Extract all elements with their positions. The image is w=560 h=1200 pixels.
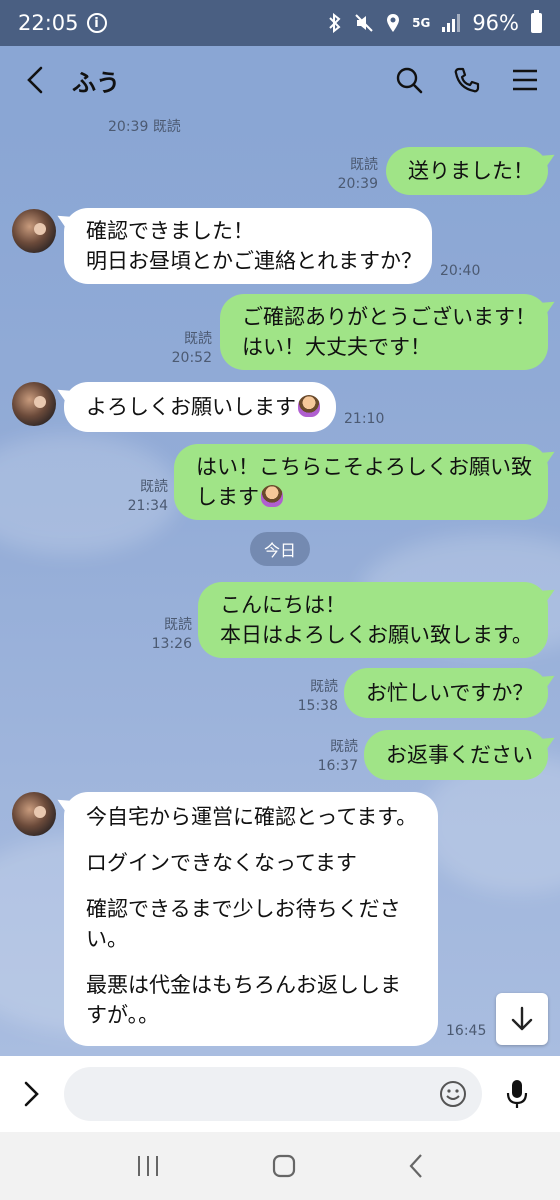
message-bubble-outgoing[interactable]: こんにちは！ 本日はよろしくお願い致します。 — [198, 582, 548, 658]
chat-area[interactable]: 20:39 既読 既読 20:39 送りました！ 確認できました！ 明日お昼頃と… — [0, 114, 560, 1056]
message-text: よろしくお願いします — [86, 395, 296, 419]
system-nav-bar — [0, 1132, 560, 1200]
menu-icon[interactable] — [510, 65, 540, 95]
arrow-down-icon — [511, 1006, 533, 1031]
message-input[interactable] — [64, 1067, 482, 1121]
message-bubble-incoming[interactable]: 今自宅から運営に確認とってます。 ログインできなくなってます 確認できるまで少し… — [64, 792, 438, 1046]
message-time: 15:38 — [297, 698, 338, 714]
message-text: ご確認ありがとうございます！ — [242, 305, 536, 329]
message-bubble-outgoing[interactable]: お忙しいですか？ — [344, 668, 548, 718]
phone-icon[interactable] — [452, 65, 482, 95]
message-text: 確認できるまで少しお待ちくださ — [86, 897, 401, 921]
network-type: 5G — [412, 16, 431, 30]
message-text: 確認できました！ — [86, 219, 254, 243]
message-text: お忙しいですか？ — [366, 681, 534, 705]
read-receipt: 既読 — [140, 479, 168, 495]
message-time: 16:45 — [446, 1023, 487, 1039]
read-receipt: 既読 — [350, 157, 378, 173]
message-time: 16:37 — [317, 758, 358, 774]
status-icons: 5G 96% — [328, 10, 542, 35]
message-time: 20:39 — [337, 176, 378, 192]
message-bubble-outgoing[interactable]: 送りました！ — [386, 147, 548, 195]
message-time: 13:26 — [151, 636, 192, 652]
bowing-emoji-icon — [261, 485, 283, 507]
message-bubble-outgoing[interactable]: ご確認ありがとうございます！ はい！大丈夫です！ — [220, 294, 548, 370]
message-meta: 既読 21:34 — [120, 478, 168, 516]
avatar[interactable] — [12, 382, 56, 426]
header-actions — [394, 65, 540, 95]
message-meta: 既読 15:38 — [290, 678, 338, 716]
battery-percent: 96% — [472, 11, 519, 35]
recent-apps-icon[interactable] — [135, 1154, 161, 1178]
message-meta: 既読 13:26 — [144, 616, 192, 654]
message-text: 最悪は代金はもちろんお返ししますが。。 — [86, 973, 401, 1027]
message-meta: 既読 20:39 — [330, 156, 378, 194]
message-text: い。 — [86, 927, 128, 951]
message-text: します — [196, 485, 259, 509]
battery-icon — [531, 10, 542, 33]
bowing-emoji-icon — [298, 395, 320, 417]
mute-icon — [355, 14, 373, 32]
back-icon[interactable] — [20, 65, 50, 95]
scroll-to-bottom-button[interactable] — [496, 993, 548, 1045]
chat-header: ふう — [0, 46, 560, 114]
read-receipt: 既読 — [184, 331, 212, 347]
bluetooth-icon — [329, 13, 341, 33]
status-time: 22:05 — [18, 11, 79, 35]
message-time: 20:52 — [171, 350, 212, 366]
message-text: こんにちは！ — [220, 593, 346, 617]
avatar[interactable] — [12, 209, 56, 253]
message-text: はい！こちらこそよろしくお願い致 — [196, 455, 532, 479]
microphone-icon[interactable] — [502, 1079, 532, 1109]
home-icon[interactable] — [271, 1153, 297, 1179]
back-nav-icon[interactable] — [407, 1153, 425, 1179]
avatar[interactable] — [12, 792, 56, 836]
message-meta: 20:39 既読 — [108, 118, 181, 137]
info-icon: i — [86, 13, 107, 33]
message-text: ログインできなくなってます — [86, 851, 357, 875]
read-receipt: 既読 — [164, 617, 192, 633]
message-text: 送りました！ — [408, 159, 534, 183]
message-bubble-outgoing[interactable]: お返事ください — [364, 730, 548, 780]
status-bar: 22:05 i 5G 96% — [0, 0, 560, 46]
emoji-icon[interactable] — [438, 1079, 468, 1109]
read-receipt: 既読 — [310, 679, 338, 695]
search-icon[interactable] — [394, 65, 424, 95]
message-time: 21:10 — [344, 411, 385, 427]
message-text: 明日お昼頃とかご連絡とれますか？ — [86, 249, 422, 273]
message-input-bar — [0, 1056, 560, 1132]
read-receipt: 既読 — [330, 739, 358, 755]
message-bubble-outgoing[interactable]: はい！こちらこそよろしくお願い致 します — [174, 444, 548, 520]
date-separator: 今日 — [250, 532, 310, 566]
message-time: 21:34 — [127, 498, 168, 514]
message-text: 今自宅から運営に確認とってます。 — [86, 805, 418, 829]
message-bubble-incoming[interactable]: よろしくお願いします — [64, 382, 336, 432]
contact-name: ふう — [72, 68, 120, 97]
expand-menu-icon[interactable] — [16, 1079, 46, 1109]
message-bubble-incoming[interactable]: 確認できました！ 明日お昼頃とかご連絡とれますか？ — [64, 208, 432, 284]
read-receipt: 既読 — [152, 119, 181, 135]
message-time: 20:39 — [108, 119, 149, 135]
message-meta: 既読 16:37 — [310, 738, 358, 776]
message-text: 本日はよろしくお願い致します。 — [220, 623, 533, 647]
message-text: お返事ください — [386, 743, 533, 767]
message-time: 20:40 — [440, 263, 481, 279]
message-meta: 既読 20:52 — [164, 330, 212, 368]
message-text: はい！大丈夫です！ — [242, 335, 431, 359]
location-icon — [387, 14, 400, 32]
signal-icon — [442, 14, 461, 32]
